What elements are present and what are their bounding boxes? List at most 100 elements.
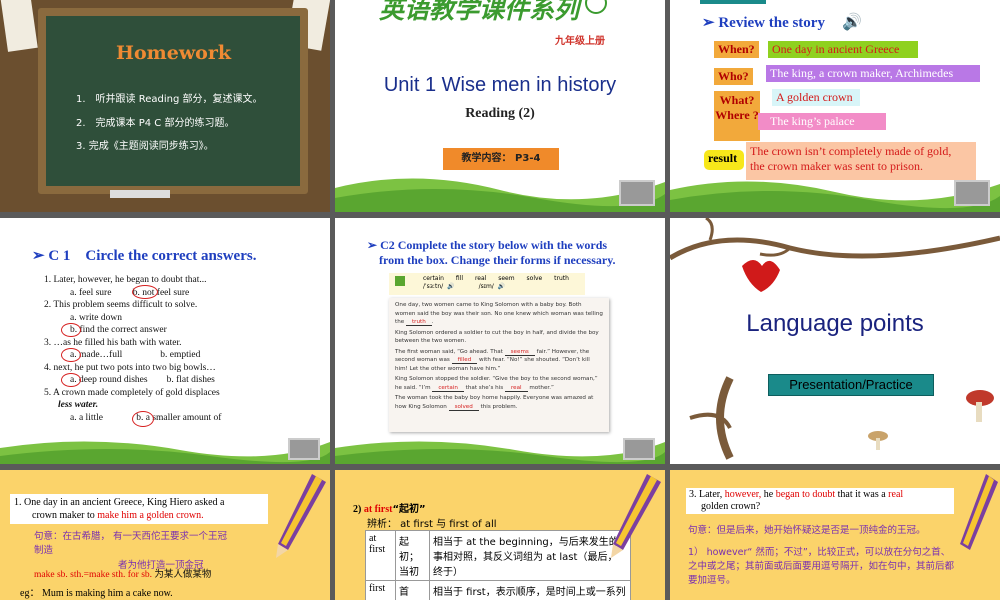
content-label: 教学内容： P3-4 — [443, 148, 559, 170]
homework-item-2: 2. 完成课本 P4 C 部分的练习题。 — [76, 118, 235, 129]
story-paragraph-4: King Solomon stopped the soldier. “Give … — [395, 376, 598, 392]
slide-point-3[interactable]: 3. Later, however, he began to doubt tha… — [670, 470, 1000, 600]
sentence-box: 1. One day in an ancient Greece, King Hi… — [10, 494, 268, 524]
table-cell: 首先， — [395, 580, 430, 600]
usage-note: 1） however“ 然而；不过”，比较正式，可以放在分句之首、之中或之尾；其… — [688, 547, 955, 586]
answer-real[interactable]: real — [504, 384, 528, 392]
answer-truth[interactable]: truth — [405, 319, 432, 326]
answer-circle — [61, 348, 81, 362]
q1-options: a. feel sure b. not feel sure — [44, 287, 324, 300]
answer-filled[interactable]: filled — [451, 357, 478, 364]
green-wave-decoration — [670, 181, 1000, 212]
q4-option-a[interactable]: a. deep round dishes — [70, 375, 148, 385]
q4: 4. next, he put two pots into two big bo… — [44, 362, 216, 373]
slide-review[interactable]: ➢ Review the story 🔊 When? One day in an… — [670, 0, 1000, 212]
when-label: When? — [714, 41, 759, 58]
c1-heading: ➢ C 1 Circle the correct answers. — [32, 248, 257, 264]
q5-option-a[interactable]: a. a little — [70, 413, 103, 423]
example: eg： Mum is making him a cake now. — [20, 588, 173, 599]
story-paragraph-2: King Solomon ordered a soldier to cut th… — [395, 329, 599, 345]
laptop-icon — [288, 438, 320, 460]
key-phrase-doubt: began to doubt — [775, 489, 836, 500]
chalk-eraser — [110, 190, 170, 198]
laptop-icon — [619, 180, 655, 206]
review-heading-text: Review the story — [718, 15, 825, 31]
story-paragraph-3: The first woman said, “Go ahead. That se… — [395, 348, 590, 372]
pencil-icon — [611, 474, 661, 558]
who-value: The king, a crown maker, Archimedes — [766, 65, 980, 82]
story-paragraph-1: One day, two women came to King Solomon … — [395, 302, 603, 326]
phrase-en: make sb. sth.=make sth. for sb. — [34, 570, 153, 580]
phrase: make sb. sth.=make sth. for sb. 为某人做某物 — [34, 566, 211, 580]
phonetic-certain: /ˈsɜːtn/ — [423, 283, 444, 290]
homework-title: Homework — [116, 42, 232, 64]
pencil-icon — [960, 474, 998, 550]
slide-language-points[interactable]: Language points Presentation/Practice — [670, 218, 1000, 464]
speaker-icon[interactable]: 🔊 — [842, 12, 862, 32]
answer-circle — [132, 285, 158, 299]
where-label: Where ? — [715, 108, 759, 122]
word-truth: truth — [554, 275, 569, 282]
q1-option-a[interactable]: a. feel sure — [70, 288, 111, 298]
sentence-line-1: 1. One day in an ancient Greece, King Hi… — [14, 497, 225, 508]
answer-certain[interactable]: certain — [432, 384, 464, 392]
presentation-practice-button[interactable]: Presentation/Practice — [768, 374, 934, 396]
answer-seems[interactable]: seems — [504, 348, 535, 356]
homework-item-1: 1. 听并跟读 Reading 部分，复述课文。 — [76, 94, 263, 105]
key-word-real: real — [888, 489, 904, 500]
c2-heading: ➢ C2 Complete the story below with the w… — [367, 238, 657, 268]
key-word-however: however, — [724, 489, 762, 500]
q2-option-a[interactable]: a. write down — [44, 312, 324, 325]
q3-option-b[interactable]: b. emptied — [160, 350, 200, 360]
reading-subtitle: Reading (2) — [465, 106, 535, 121]
compare-label: 辨析： at first 与 first of all — [367, 519, 497, 530]
phonetic-seem: /sɪm/ — [478, 283, 494, 290]
c2-heading-line-2: from the box. Change their forms if nece… — [379, 253, 616, 267]
table-row: at first 起初；当初 相当于 at the beginning，与后来发… — [365, 530, 631, 581]
slide-point-1[interactable]: 1. One day in an ancient Greece, King Hi… — [0, 470, 330, 600]
table-cell: at first — [365, 530, 396, 581]
q1: 1. Later, however, he began to doubt tha… — [44, 275, 207, 285]
result-line-1: The crown isn’t completely made of gold, — [750, 144, 952, 158]
point-meaning: “起初” — [392, 504, 426, 515]
answer-solved[interactable]: solved — [448, 403, 479, 411]
slide-c1-exercise[interactable]: ➢ C 1 Circle the correct answers. 1. Lat… — [0, 218, 330, 464]
who-label: Who? — [714, 68, 753, 85]
meaning: 句意：但是后来，她开始怀疑这是否是一顶纯金的王冠。 — [688, 525, 926, 536]
green-wave-decoration — [335, 178, 665, 212]
chalkboard: Homework 1. 听并跟读 Reading 部分，复述课文。 2. 完成课… — [38, 8, 308, 194]
language-points-title: Language points — [746, 310, 924, 337]
q2: 2. This problem seems difficult to solve… — [44, 300, 198, 310]
c2-heading-line-1: C2 Complete the story below with the wor… — [380, 238, 608, 252]
point-term: at first — [363, 504, 393, 515]
q4-options: a. deep round dishes b. flat dishes — [44, 374, 324, 387]
slide-c2-exercise[interactable]: ➢ C2 Complete the story below with the w… — [335, 218, 665, 464]
sentence-line-2: golden crown? — [701, 501, 761, 512]
compare-table: at first 起初；当初 相当于 at the beginning，与后来发… — [365, 530, 631, 600]
slide-homework[interactable]: Homework 1. 听并跟读 Reading 部分，复述课文。 2. 完成课… — [0, 0, 330, 212]
meaning-line-1: 句意：在古希腊， 有一天西佗王要求一个王冠 — [34, 531, 228, 542]
table-cell: first — [365, 580, 396, 600]
tree-branch-decoration — [670, 218, 1000, 460]
sentence-box: 3. Later, however, he began to doubt tha… — [686, 488, 954, 514]
answer-circle — [61, 323, 81, 337]
result-label: result — [704, 150, 744, 170]
q4-option-b[interactable]: b. flat dishes — [167, 375, 215, 385]
story-passage: One day, two women came to King Solomon … — [389, 298, 609, 432]
table-cell: 相当于 first，表示顺序，是时间上或一系列行动的开始，后面往往接 next， — [429, 580, 631, 600]
q5: 5. A crown made completely of gold displ… — [44, 387, 220, 398]
unit-title: Unit 1 Wise men in history — [383, 74, 617, 96]
green-wave-decoration — [0, 441, 330, 464]
sentence-line-2: crown maker to make him a golden crown. — [32, 510, 204, 521]
slide-title[interactable]: 英语教学课件系列 九年级上册 Unit 1 Wise men in histor… — [335, 0, 665, 212]
q3: 3. …as he filled his bath with water. — [44, 337, 182, 348]
story-paragraph-5: The woman took the baby boy home happily… — [395, 395, 594, 411]
green-wave-decoration — [335, 441, 665, 464]
q2-option-b[interactable]: b. find the correct answer — [44, 324, 324, 337]
q5-options: a. a little b. a smaller amount of — [44, 412, 324, 425]
word-seem: seem — [498, 275, 515, 282]
answer-circle — [61, 373, 81, 387]
q3-options: a. made…full b. emptied — [44, 349, 324, 362]
grade-label: 九年级上册 — [555, 36, 605, 47]
slide-point-2[interactable]: 2) at first“起初” 辨析： at first 与 first of … — [335, 470, 665, 600]
